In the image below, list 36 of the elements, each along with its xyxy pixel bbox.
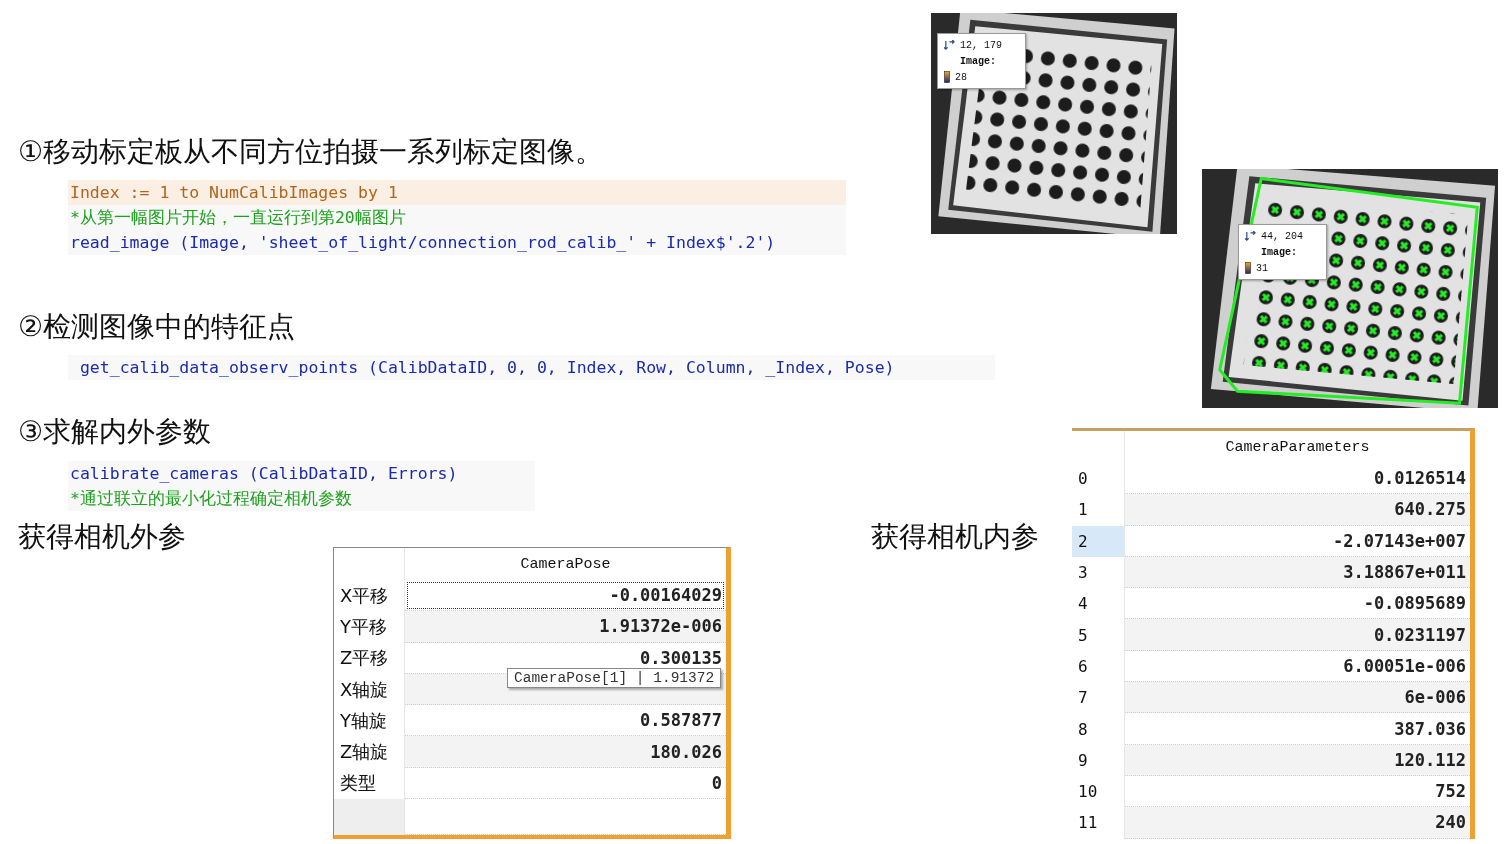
table-cell[interactable]: 1.91372e-006: [405, 611, 726, 643]
table-cell: 640.275: [1125, 494, 1470, 526]
channel-label: Image:: [960, 55, 996, 67]
code-line: *从第一幅图片开始，一直运行到第20幅图片: [69, 207, 407, 229]
table-cell: 6e-006: [1125, 682, 1470, 714]
tooltip: CameraPose[1] | 1.91372: [507, 668, 722, 688]
pixel-value: 31: [1256, 262, 1268, 274]
color-bar-icon: [944, 71, 950, 83]
table-cell: 0.0231197: [1125, 619, 1470, 651]
code-line: read_image (Image, 'sheet_of_light/connection_rod_calib_' + Index$'.2'): [69, 232, 777, 254]
crosshair-icon: [1245, 230, 1256, 242]
table-cell: 120.112: [1125, 744, 1470, 776]
table-cell: 3.18867e+011: [1125, 556, 1470, 589]
table-cell: 387.036: [1125, 713, 1470, 745]
table-cell[interactable]: 0: [405, 767, 726, 800]
row-header: [334, 799, 405, 836]
column-header: CameraParameters: [1224, 437, 1371, 458]
crosshair-icon: [944, 39, 955, 51]
code-line: calibrate_cameras (CalibDataID, Errors): [69, 463, 459, 485]
coordinates-text: 12, 179: [960, 39, 1002, 51]
section-caption: 获得相机外参: [18, 519, 186, 555]
table-cell: -2.07143e+007: [1125, 525, 1470, 557]
column-header: CameraPose: [519, 554, 612, 575]
step-heading: ③求解内外参数: [18, 414, 212, 450]
coordinates-text: 44, 204: [1261, 230, 1303, 242]
step-heading: ②检测图像中的特征点: [18, 309, 296, 345]
pixel-value: 28: [955, 71, 967, 83]
row-label[interactable]: 2: [1072, 525, 1125, 557]
channel-label: Image:: [1261, 246, 1297, 258]
code-line: get_calib_data_observ_points (CalibDataID, 0, 0, Index, Row, Column, _Index, Pose): [78, 357, 896, 379]
section-caption: 获得相机内参: [871, 519, 1039, 555]
step-heading: ①移动标定板从不同方位拍摄一系列标定图像。: [18, 134, 604, 170]
table-cell: 240: [1125, 807, 1470, 839]
code-line: *通过联立的最小化过程确定相机参数: [69, 488, 353, 510]
color-bar-icon: [1245, 262, 1251, 274]
table-cell[interactable]: 180.026: [405, 736, 726, 768]
